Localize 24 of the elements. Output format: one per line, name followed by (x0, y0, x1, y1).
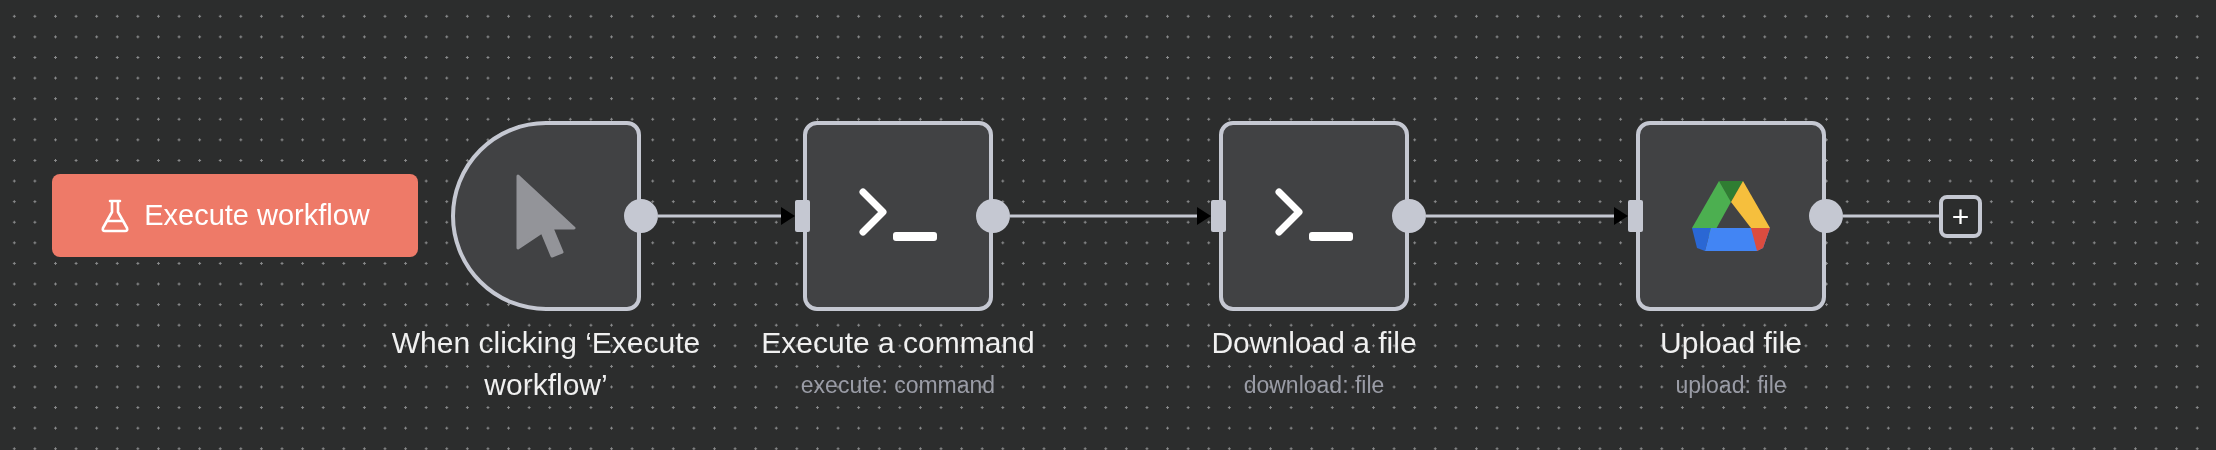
output-handle[interactable] (624, 199, 658, 233)
add-node-button[interactable]: + (1939, 195, 1982, 238)
workflow-node[interactable] (1636, 121, 1826, 311)
input-handle[interactable] (1211, 200, 1226, 232)
node-subtitle: execute: command (800, 372, 996, 399)
drive-icon (1691, 180, 1771, 252)
workflow-node[interactable] (451, 121, 641, 311)
cursor-icon (516, 174, 576, 258)
input-handle[interactable] (1628, 200, 1643, 232)
node-title: Download a file (1211, 325, 1417, 361)
terminal-icon (857, 188, 939, 244)
node-title: When clicking ‘Execute workflow’ (390, 325, 702, 403)
flask-icon (100, 198, 131, 233)
output-handle[interactable] (1809, 199, 1843, 233)
output-handle[interactable] (976, 199, 1010, 233)
output-handle[interactable] (1392, 199, 1426, 233)
node-subtitle: upload: file (1675, 372, 1787, 399)
workflow-node[interactable] (1219, 121, 1409, 311)
workflow-node[interactable] (803, 121, 993, 311)
node-title: Upload file (1660, 325, 1802, 361)
node-subtitle: download: file (1243, 372, 1385, 399)
node-title: Execute a command (761, 325, 1035, 361)
terminal-icon (1273, 188, 1355, 244)
input-handle[interactable] (795, 200, 810, 232)
